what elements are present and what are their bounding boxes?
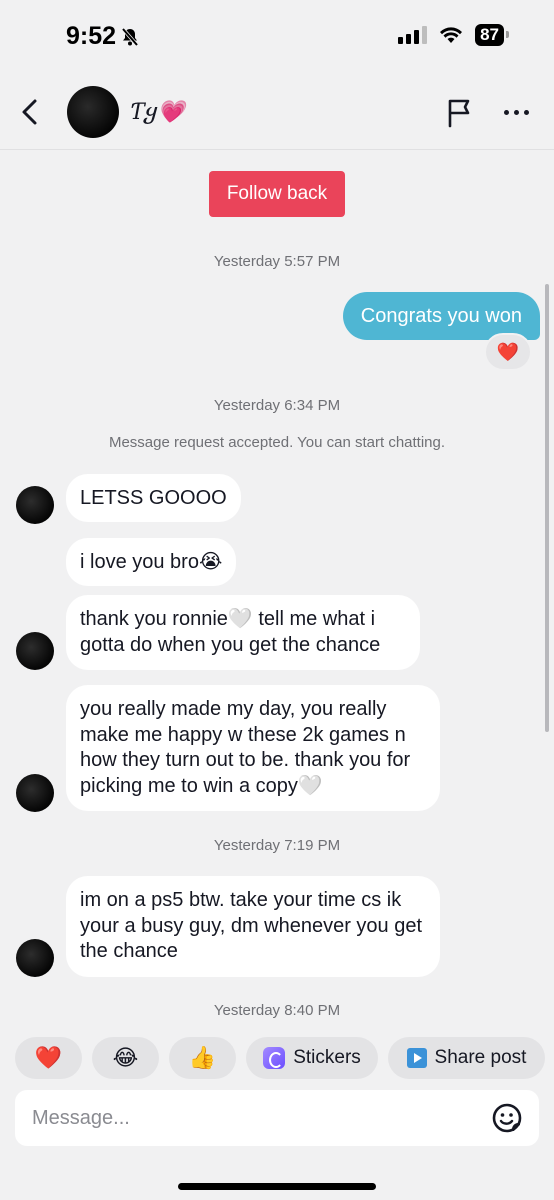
flag-icon[interactable] [446,98,474,128]
quick-reply-row: ❤️ 😂 👍 Stickers Share post [15,1037,545,1079]
quick-heart-button[interactable]: ❤️ [15,1037,82,1079]
sticker-icon [263,1047,286,1069]
incoming-message-bubble[interactable]: you really made my day, you really make … [66,685,440,811]
status-time: 9:52 [66,22,140,51]
status-time-text: 9:52 [66,22,117,50]
system-message: Message request accepted. You can start … [108,434,446,451]
home-indicator [178,1183,376,1190]
sender-avatar[interactable] [16,774,54,812]
thumbs-up-emoji-icon: 👍 [188,1045,217,1070]
chat-username[interactable]: Ƭყ💗 [130,100,185,125]
incoming-message-bubble[interactable]: i love you bro😭 [66,538,237,586]
battery-indicator: 87 [475,24,509,46]
chat-header: Ƭყ💗 [0,72,554,150]
incoming-message-bubble[interactable]: thank you ronnie🤍 tell me what i gotta d… [66,595,420,670]
quick-thumbs-up-button[interactable]: 👍 [169,1037,236,1079]
emoji-face-icon[interactable] [491,1102,523,1134]
share-post-icon [406,1048,427,1068]
stickers-label: Stickers [293,1047,361,1068]
message-reaction[interactable]: ❤️ [484,333,532,371]
follow-back-button[interactable]: Follow back [209,171,345,217]
sender-avatar[interactable] [16,939,54,977]
message-input[interactable] [32,1104,472,1132]
sender-avatar[interactable] [16,632,54,670]
message-timestamp: Yesterday 7:19 PM [213,837,341,854]
message-timestamp: Yesterday 5:57 PM [213,253,341,270]
wifi-icon [440,27,463,43]
scrollbar[interactable] [545,284,549,732]
sender-avatar[interactable] [16,486,54,524]
heart-emoji-icon: ❤️ [34,1045,63,1070]
share-post-button[interactable]: Share post [388,1037,545,1079]
username-emoji: 💗 [157,100,185,125]
message-composer [15,1090,539,1146]
incoming-message-bubble[interactable]: im on a ps5 btw. take your time cs ik yo… [66,876,440,977]
bell-slash-icon [121,27,139,46]
message-timestamp: Yesterday 6:34 PM [213,397,341,414]
chevron-left-icon[interactable] [18,98,42,126]
quick-laugh-button[interactable]: 😂 [92,1037,159,1079]
more-dots-icon[interactable] [504,110,529,115]
cellular-signal-icon [398,26,428,44]
status-bar: 9:52 87 [0,0,554,72]
incoming-message-bubble[interactable]: LETSS GOOOO [66,474,241,522]
laugh-emoji-icon: 😂 [112,1045,139,1070]
message-timestamp: Yesterday 8:40 PM [213,1002,341,1019]
status-indicators: 87 [398,24,509,46]
stickers-button[interactable]: Stickers [246,1037,378,1079]
avatar[interactable] [67,86,119,138]
share-post-label: Share post [434,1047,527,1068]
username-text: Ƭყ [130,100,158,125]
